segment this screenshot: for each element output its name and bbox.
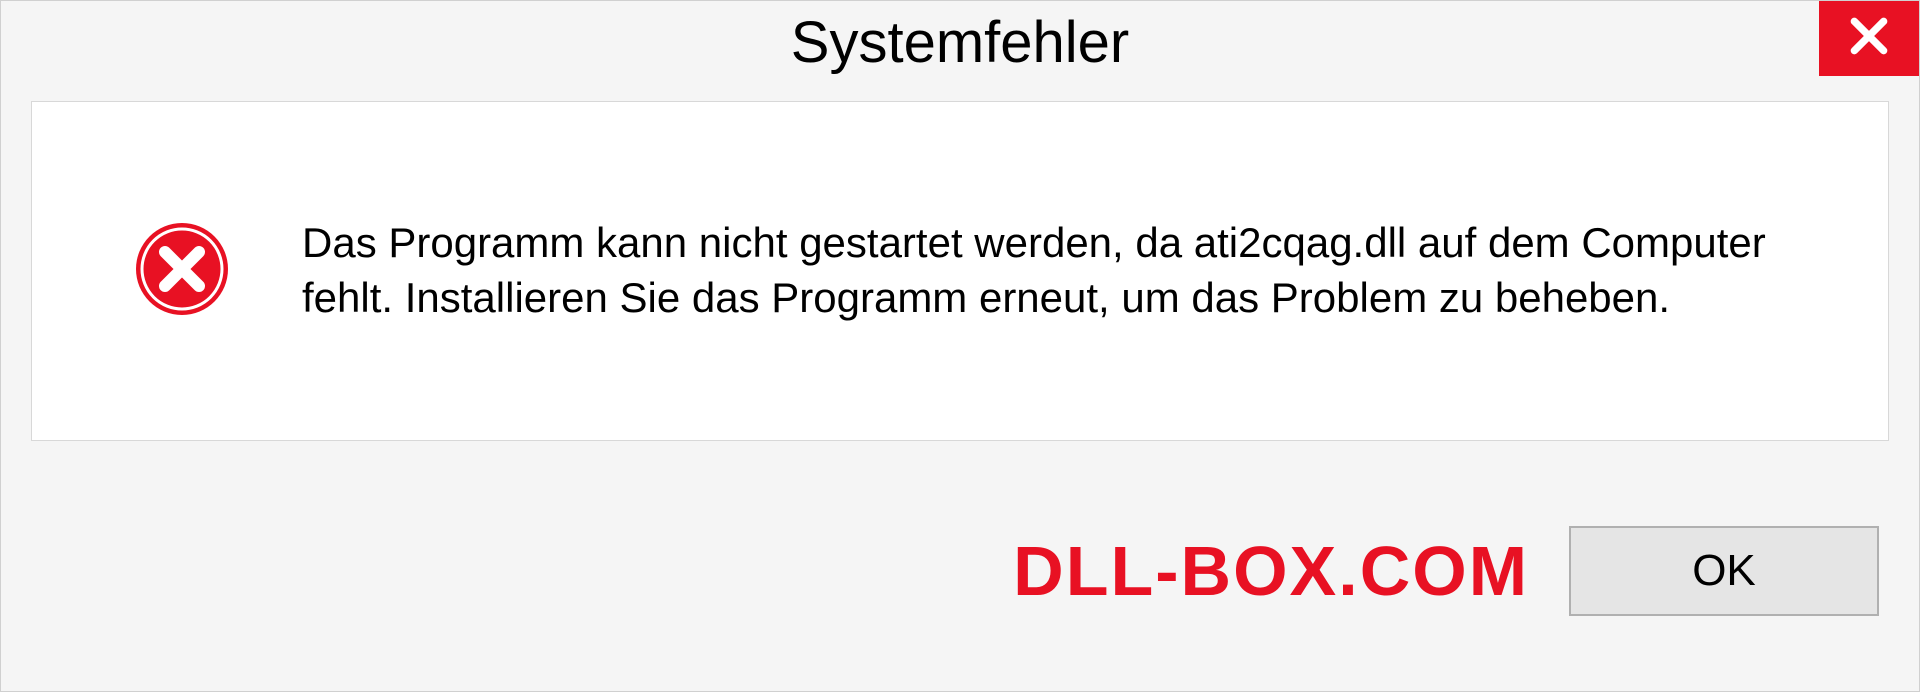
error-dialog: Systemfehler Das Programm kann nicht ges… (0, 0, 1920, 692)
content-area: Das Programm kann nicht gestartet werden… (31, 101, 1889, 441)
dialog-title: Systemfehler (791, 9, 1129, 76)
close-button[interactable] (1819, 1, 1919, 76)
titlebar: Systemfehler (1, 1, 1919, 91)
error-icon (132, 219, 232, 324)
close-icon (1847, 14, 1891, 63)
ok-button[interactable]: OK (1569, 526, 1879, 616)
watermark-text: DLL-BOX.COM (1013, 531, 1529, 611)
error-message: Das Programm kann nicht gestartet werden… (302, 216, 1838, 325)
dialog-footer: DLL-BOX.COM OK (1, 451, 1919, 691)
